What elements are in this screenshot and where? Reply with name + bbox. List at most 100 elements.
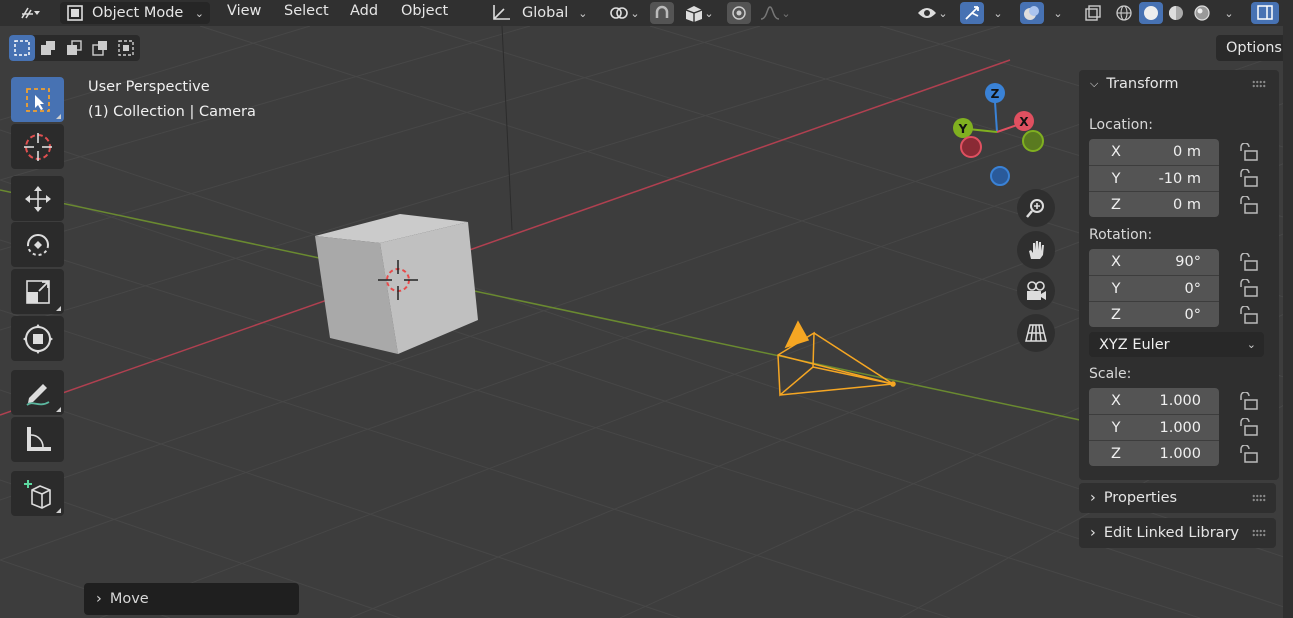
rotation-y-field[interactable]: Y 0° [1089, 275, 1219, 301]
collection-info: (1) Collection | Camera [88, 104, 256, 120]
shading-material-button[interactable] [1164, 2, 1188, 24]
move-tool[interactable] [11, 176, 64, 221]
show-overlays-toggle[interactable] [1020, 2, 1044, 24]
cursor-tool[interactable] [11, 124, 64, 169]
select-invert-button[interactable] [87, 35, 113, 61]
measure-tool[interactable] [11, 417, 64, 462]
scale-z-field[interactable]: Z 1.000 [1089, 440, 1219, 466]
gizmo-icon [965, 6, 979, 20]
visibility-dropdown[interactable]: ⌄ [912, 2, 952, 24]
lock-icon[interactable] [1238, 143, 1258, 161]
drag-handle-icon[interactable] [1252, 494, 1266, 502]
scale-y-field[interactable]: Y 1.000 [1089, 414, 1219, 440]
snap-target-dropdown[interactable]: ⌄ [676, 2, 720, 24]
select-subtract-icon [67, 40, 82, 55]
add-cube-tool[interactable] [11, 471, 64, 516]
show-gizmo-toggle[interactable] [960, 2, 984, 24]
pivot-point-dropdown[interactable]: ⌄ [604, 2, 644, 24]
scale-tool[interactable] [11, 269, 64, 314]
transform-orientation-dropdown[interactable]: Global ⌄ [490, 2, 594, 24]
lock-icon[interactable] [1238, 445, 1258, 463]
rotation-z-field[interactable]: Z 0° [1089, 301, 1219, 327]
move-arrows-icon [24, 185, 51, 212]
shading-wireframe-button[interactable] [1112, 2, 1136, 24]
lock-icon[interactable] [1238, 169, 1258, 187]
lock-icon[interactable] [1238, 306, 1258, 324]
sidebar-scroll-edge [1283, 26, 1293, 618]
gizmo-dropdown[interactable]: ⌄ [988, 2, 1008, 24]
sidebar-panel-icon [1257, 5, 1273, 20]
editor-type-button[interactable] [10, 2, 50, 24]
menu-view[interactable]: View [227, 3, 261, 23]
drag-handle-icon[interactable] [1252, 80, 1266, 88]
scale-label: Scale: [1089, 366, 1132, 382]
menu-add[interactable]: Add [350, 3, 378, 23]
falloff-dropdown[interactable]: ⌄ [755, 2, 795, 24]
options-dropdown[interactable]: Options [1216, 35, 1293, 61]
wireframe-sphere-icon [1116, 5, 1132, 21]
snap-toggle[interactable] [650, 2, 674, 24]
transform-tool[interactable] [11, 316, 64, 361]
options-label: Options [1226, 40, 1282, 56]
viewport-header: Object Mode ⌄ View Select Add Object Glo… [0, 0, 1293, 26]
proportional-editing-toggle[interactable] [727, 2, 751, 24]
select-box-tool[interactable] [11, 77, 64, 122]
select-extend-button[interactable] [35, 35, 61, 61]
chevron-right-icon: › [1090, 490, 1096, 506]
transform-panel-title: Transform [1106, 76, 1179, 92]
axis-label: X [1111, 254, 1121, 270]
shading-solid-button[interactable] [1139, 2, 1163, 24]
chevron-right-icon: › [96, 591, 102, 607]
menu-object[interactable]: Object [401, 3, 448, 23]
pan-button[interactable] [1017, 231, 1055, 269]
select-subtract-button[interactable] [61, 35, 87, 61]
rotation-mode-label: XYZ Euler [1099, 336, 1170, 353]
sidebar-toggle[interactable] [1251, 2, 1279, 24]
lock-icon[interactable] [1238, 279, 1258, 297]
shading-rendered-button[interactable] [1190, 2, 1214, 24]
editor-type-icon [21, 7, 40, 19]
lock-icon[interactable] [1238, 196, 1258, 214]
lock-icon[interactable] [1238, 392, 1258, 410]
field-value: 1.000 [1159, 419, 1201, 436]
proportional-editing-icon [732, 6, 746, 20]
scale-x-field[interactable]: X 1.000 [1089, 388, 1219, 414]
menu-select[interactable]: Select [284, 3, 329, 23]
perspective-toggle-button[interactable] [1017, 314, 1055, 352]
rotate-tool[interactable] [11, 222, 64, 267]
field-value: 1.000 [1159, 393, 1201, 409]
rotation-mode-dropdown[interactable]: XYZ Euler ⌄ [1089, 332, 1264, 357]
select-new-icon [14, 40, 30, 56]
mode-dropdown[interactable]: Object Mode ⌄ [60, 2, 210, 24]
annotate-tool[interactable] [11, 370, 64, 415]
properties-panel-header[interactable]: › Properties [1090, 490, 1177, 506]
zoom-button[interactable] [1017, 189, 1055, 227]
chevron-down-icon: ⌄ [630, 6, 640, 20]
select-intersect-button[interactable] [113, 35, 139, 61]
location-y-field[interactable]: Y -10 m [1089, 165, 1219, 191]
edit-linked-library-header[interactable]: › Edit Linked Library [1090, 525, 1239, 541]
select-new-button[interactable] [9, 35, 35, 61]
chevron-down-icon: ⌄ [1224, 6, 1234, 20]
material-sphere-icon [1169, 6, 1183, 20]
location-z-field[interactable]: Z 0 m [1089, 191, 1219, 217]
xray-toggle[interactable] [1081, 2, 1105, 24]
chevron-down-icon: ⌄ [1246, 338, 1256, 351]
lock-icon[interactable] [1238, 418, 1258, 436]
cursor-icon [23, 132, 52, 161]
shading-dropdown[interactable]: ⌄ [1219, 2, 1239, 24]
rotation-label: Rotation: [1089, 227, 1153, 243]
field-value: 1.000 [1159, 445, 1201, 462]
overlays-dropdown[interactable]: ⌄ [1048, 2, 1068, 24]
lock-icon[interactable] [1238, 253, 1258, 271]
rotation-x-field[interactable]: X 90° [1089, 249, 1219, 275]
add-cube-icon [23, 479, 51, 509]
camera-view-button[interactable] [1017, 272, 1055, 310]
camera-icon [1027, 281, 1046, 300]
drag-handle-icon[interactable] [1252, 529, 1266, 537]
location-x-field[interactable]: X 0 m [1089, 139, 1219, 165]
last-operator-panel[interactable]: › Move [84, 583, 299, 615]
chevron-down-icon: ⌄ [1053, 6, 1063, 20]
transform-panel-header[interactable]: ⌵ Transform [1090, 76, 1178, 92]
view-name: User Perspective [88, 79, 210, 95]
